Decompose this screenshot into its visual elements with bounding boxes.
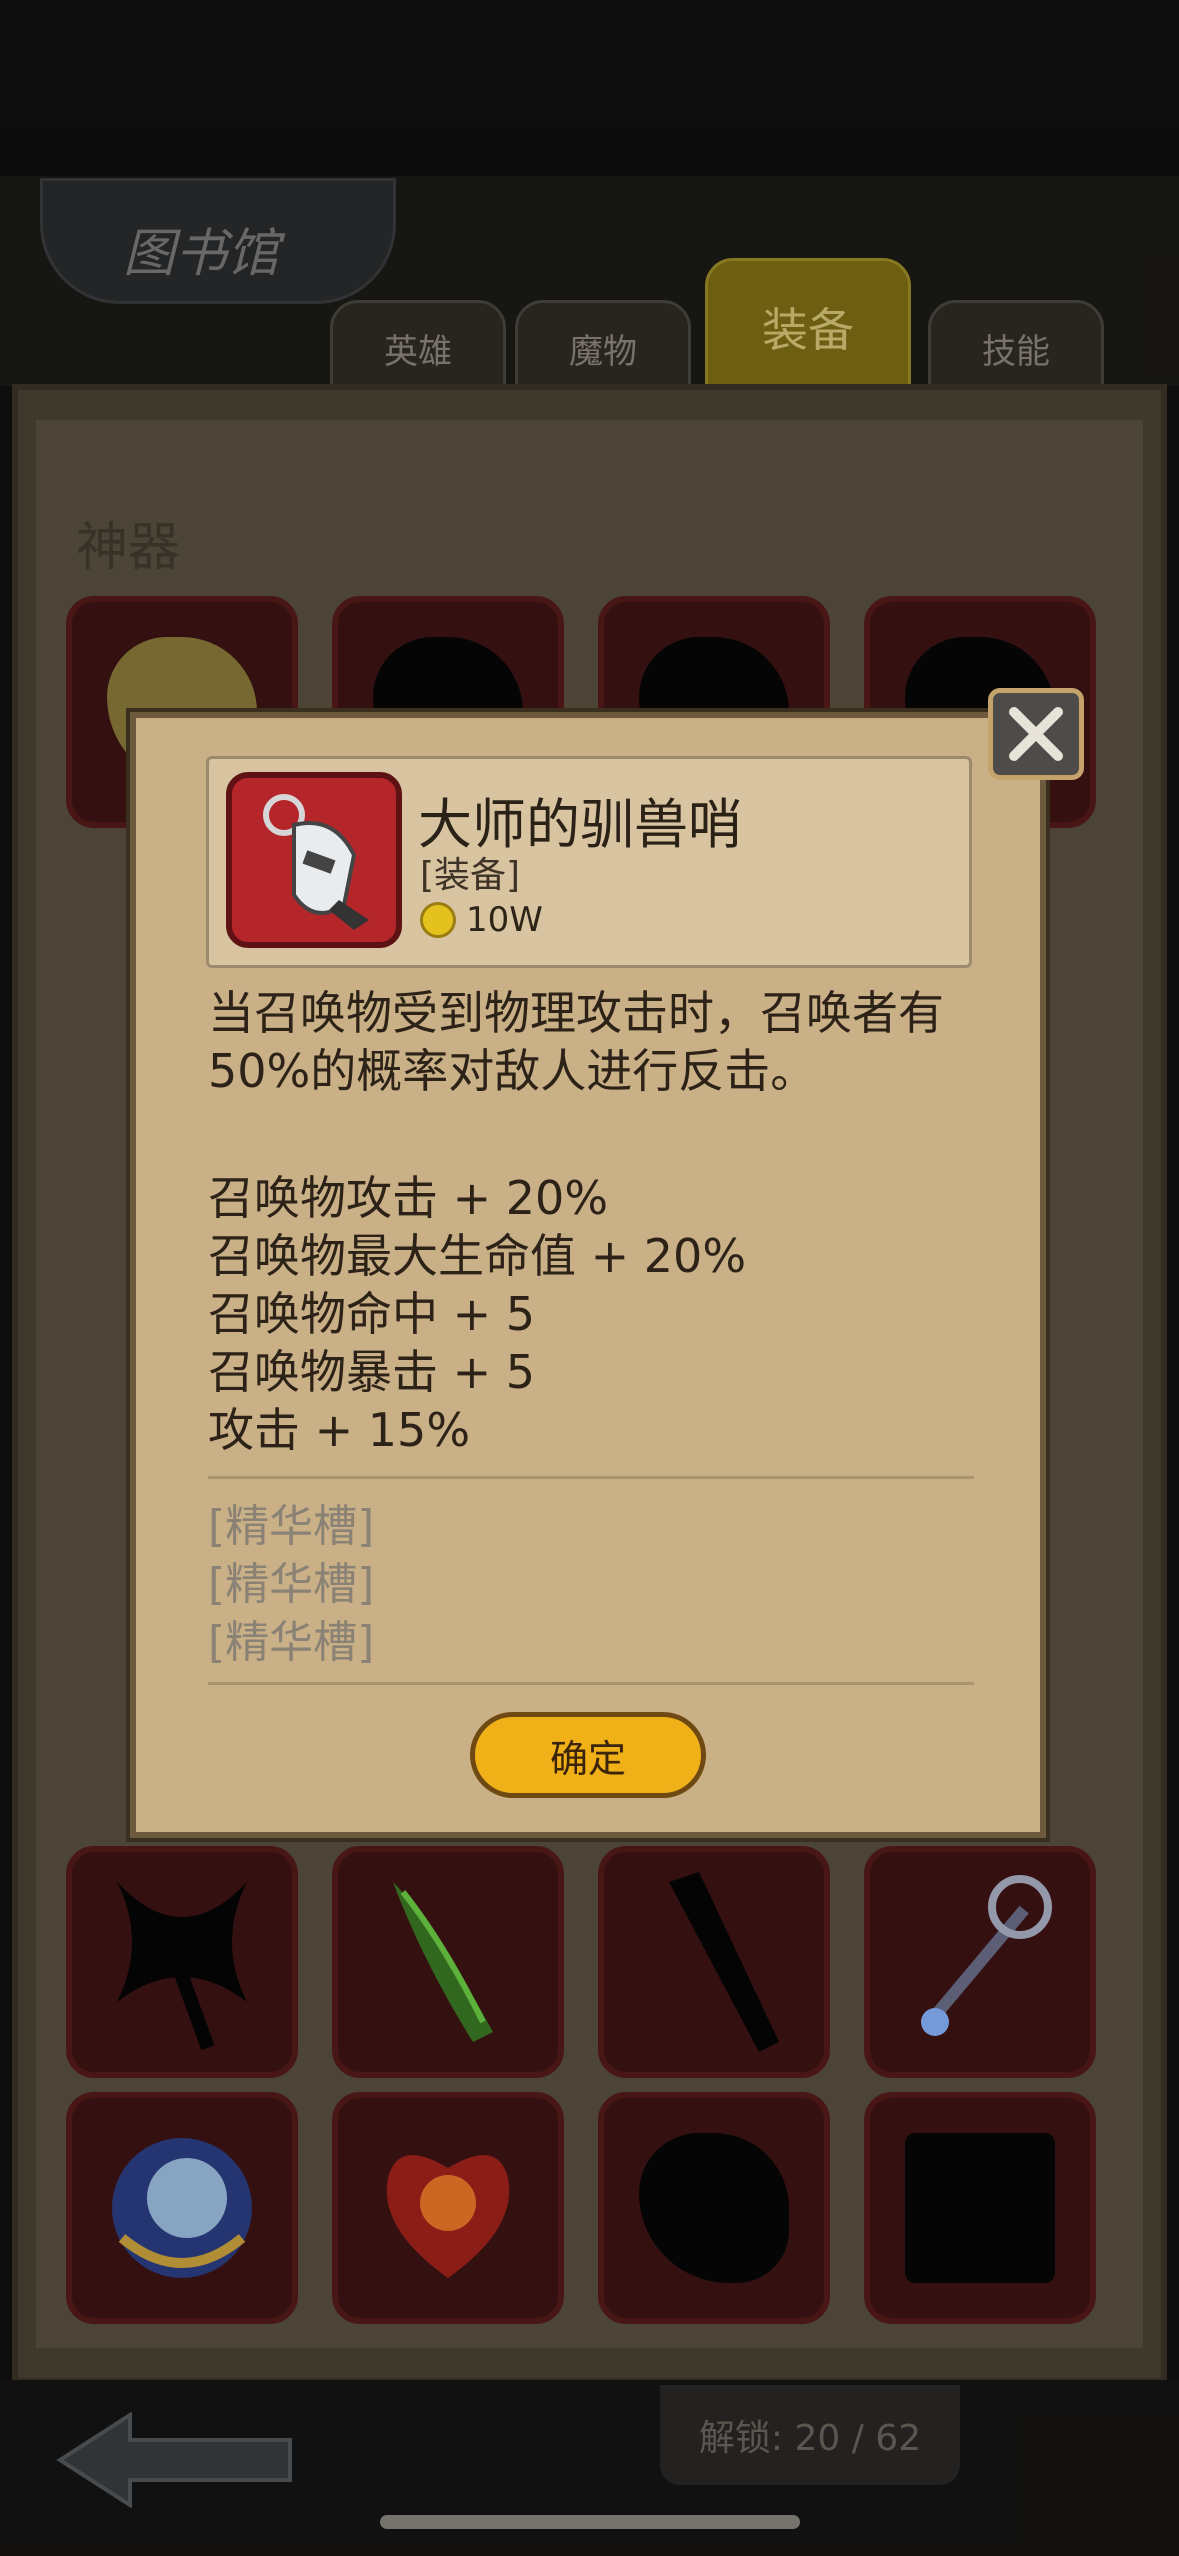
- divider: [208, 1682, 974, 1685]
- whistle-icon: [263, 794, 369, 930]
- item-price: 10W: [466, 900, 543, 940]
- confirm-button[interactable]: 确定: [470, 1712, 706, 1798]
- stat-line: 召唤物暴击 + 5: [208, 1345, 536, 1399]
- close-swords-icon: [1009, 707, 1063, 761]
- stat-line: 召唤物最大生命值 + 20%: [208, 1229, 747, 1283]
- close-button[interactable]: [988, 688, 1084, 780]
- coin-icon: [420, 902, 456, 938]
- essence-slot: [精华槽]: [208, 1501, 375, 1552]
- item-type: [装备]: [420, 855, 521, 896]
- divider: [208, 1476, 974, 1479]
- item-icon: [226, 772, 402, 948]
- stat-line: 攻击 + 15%: [208, 1403, 471, 1457]
- stat-line: 召唤物攻击 + 20%: [208, 1171, 609, 1225]
- item-description: 当召唤物受到物理攻击时，召唤者有50%的概率对敌人进行反击。: [208, 986, 944, 1098]
- essence-slot: [精华槽]: [208, 1559, 375, 1610]
- essence-slot: [精华槽]: [208, 1617, 375, 1668]
- stat-line: 召唤物命中 + 5: [208, 1287, 536, 1341]
